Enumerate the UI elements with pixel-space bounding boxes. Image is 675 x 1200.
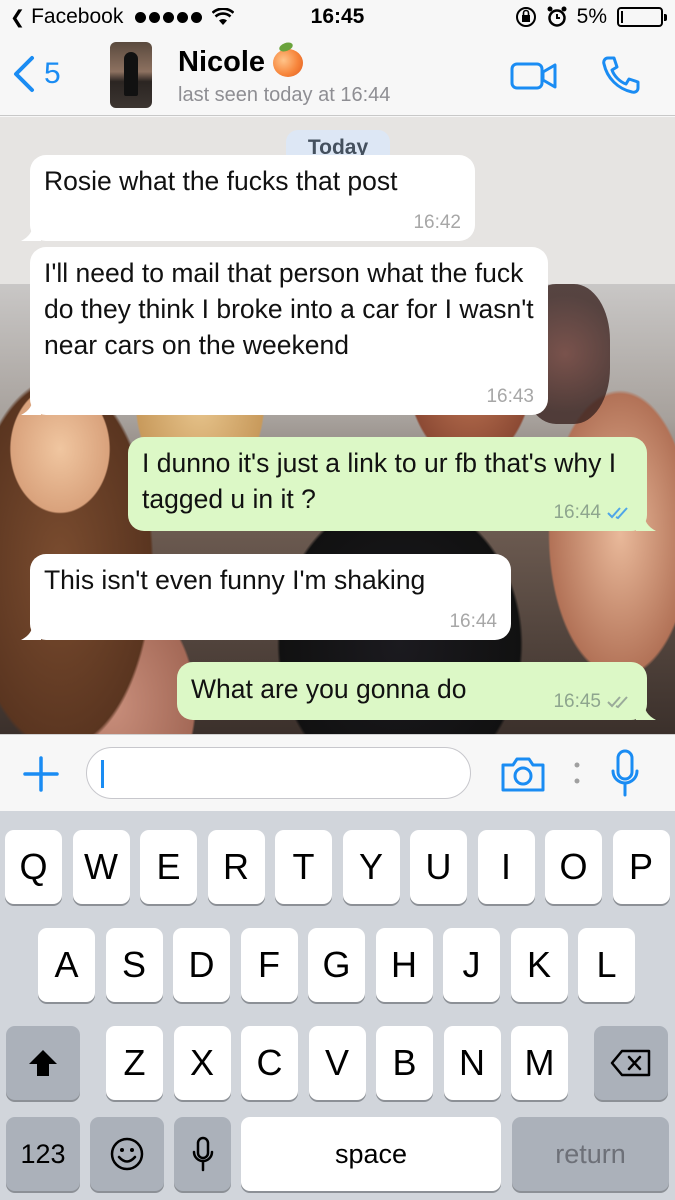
- key-z[interactable]: Z: [106, 1026, 163, 1100]
- key-t[interactable]: T: [275, 830, 332, 904]
- message-bubble-outgoing[interactable]: What are you gonna do 16:45: [177, 662, 656, 720]
- contact-avatar[interactable]: [110, 42, 152, 108]
- key-b[interactable]: B: [376, 1026, 433, 1100]
- bubble-tail: [21, 397, 41, 415]
- message-input[interactable]: [86, 747, 471, 799]
- key-c[interactable]: C: [241, 1026, 298, 1100]
- contact-info[interactable]: Nicole: [178, 46, 304, 79]
- key-r[interactable]: R: [207, 830, 265, 904]
- message-composer: [0, 734, 675, 811]
- key-v[interactable]: V: [308, 1026, 366, 1100]
- shift-icon: [29, 1050, 57, 1076]
- shift-key[interactable]: [6, 1026, 80, 1100]
- contact-name: Nicole: [178, 46, 266, 78]
- key-p[interactable]: P: [612, 830, 670, 904]
- emoji-key[interactable]: [90, 1117, 164, 1191]
- status-bar: ❮ Facebook 16:45 5%: [0, 0, 675, 36]
- message-time: 16:43: [486, 386, 534, 407]
- return-key[interactable]: return: [512, 1117, 669, 1191]
- message-bubble-incoming[interactable]: I'll need to mail that person what the f…: [21, 247, 548, 415]
- dictation-key[interactable]: [174, 1117, 231, 1191]
- text-cursor: [101, 760, 104, 788]
- message-bubble-incoming[interactable]: Rosie what the fucks that post 16:42: [21, 155, 475, 241]
- key-y[interactable]: Y: [342, 830, 400, 904]
- message-time: 16:42: [413, 212, 461, 233]
- key-u[interactable]: U: [410, 830, 467, 904]
- key-d[interactable]: D: [173, 928, 230, 1002]
- back-button[interactable]: 5: [10, 54, 61, 94]
- message-bubble-incoming[interactable]: This isn't even funny I'm shaking 16:44: [21, 554, 511, 640]
- key-a[interactable]: A: [38, 928, 95, 1002]
- key-s[interactable]: S: [105, 928, 163, 1002]
- message-text: I'll need to mail that person what the f…: [44, 258, 534, 360]
- backspace-icon: [610, 1049, 651, 1077]
- video-call-button[interactable]: [510, 58, 558, 94]
- key-g[interactable]: G: [308, 928, 365, 1002]
- message-time: 16:44: [449, 611, 497, 632]
- battery-icon: [617, 7, 667, 27]
- plus-icon[interactable]: [22, 755, 60, 793]
- key-k[interactable]: K: [510, 928, 568, 1002]
- delete-key[interactable]: [594, 1026, 668, 1100]
- key-m[interactable]: M: [511, 1026, 568, 1100]
- message-text: I dunno it's just a link to ur fb that's…: [142, 448, 617, 514]
- message-bubble-outgoing[interactable]: I dunno it's just a link to ur fb that's…: [128, 437, 656, 531]
- message-time: 16:44: [553, 503, 633, 523]
- voice-call-button[interactable]: [600, 54, 642, 96]
- key-l[interactable]: L: [578, 928, 635, 1002]
- bubble-tail: [636, 702, 656, 720]
- key-o[interactable]: O: [545, 830, 602, 904]
- rotation-lock-icon: [515, 7, 536, 27]
- bubble-tail: [21, 223, 41, 241]
- alarm-icon: [547, 6, 567, 27]
- unread-chats-count: 5: [44, 57, 61, 90]
- numbers-key[interactable]: 123: [6, 1117, 80, 1191]
- key-x[interactable]: X: [173, 1026, 231, 1100]
- battery-percent: 5%: [576, 5, 607, 28]
- message-text: Rosie what the fucks that post: [44, 166, 398, 196]
- camera-icon[interactable]: [500, 755, 546, 793]
- delivered-receipt-icon: [607, 696, 628, 709]
- key-i[interactable]: I: [477, 830, 535, 904]
- key-e[interactable]: E: [140, 830, 197, 904]
- key-q[interactable]: Q: [5, 830, 62, 904]
- key-h[interactable]: H: [375, 928, 433, 1002]
- bubble-tail: [21, 622, 41, 640]
- more-dots-icon: [574, 762, 580, 784]
- dictation-mic-icon: [192, 1136, 213, 1172]
- emoji-icon: [110, 1137, 144, 1171]
- chat-header: 5 Nicole last seen today at 16:44: [0, 36, 675, 116]
- key-w[interactable]: W: [72, 830, 130, 904]
- message-text: This isn't even funny I'm shaking: [44, 565, 426, 595]
- key-n[interactable]: N: [443, 1026, 501, 1100]
- last-seen-status: last seen today at 16:44: [178, 84, 391, 106]
- bubble-tail: [636, 513, 656, 531]
- keyboard: QWERTYUIOP ASDFGHJKL ZXCVBNM 123 space r…: [0, 811, 675, 1200]
- message-time: 16:45: [553, 692, 633, 712]
- key-j[interactable]: J: [443, 928, 500, 1002]
- message-list[interactable]: Today Rosie what the fucks that post 16:…: [0, 117, 675, 734]
- chevron-left-icon: [14, 56, 34, 92]
- peach-emoji-icon: [273, 48, 304, 77]
- key-f[interactable]: F: [240, 928, 298, 1002]
- space-key[interactable]: space: [241, 1117, 501, 1191]
- microphone-icon[interactable]: [610, 749, 640, 799]
- read-receipt-icon: [607, 507, 628, 520]
